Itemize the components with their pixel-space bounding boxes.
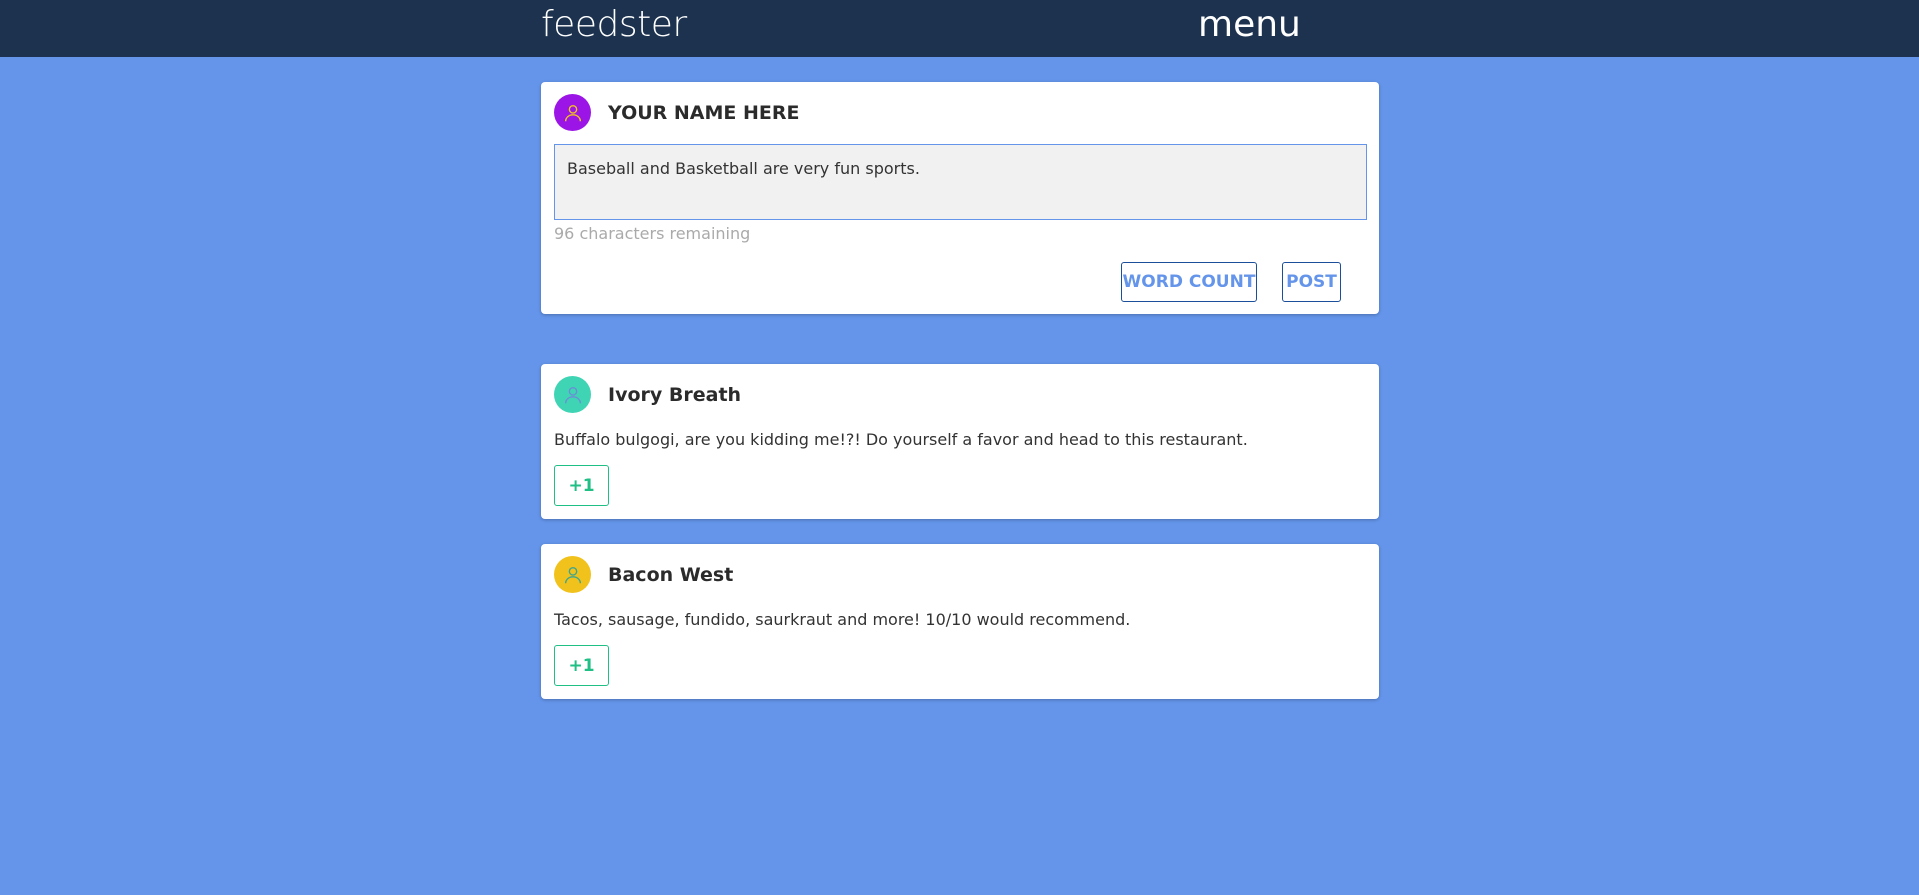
post-body: Tacos, sausage, fundido, saurkraut and m…	[554, 610, 1131, 629]
plus-one-button[interactable]: +1	[554, 645, 609, 686]
post-text-input[interactable]	[554, 144, 1367, 220]
user-icon	[564, 566, 581, 583]
post-author: Bacon West	[608, 564, 734, 586]
characters-remaining: 96 characters remaining	[554, 224, 751, 243]
brand-logo[interactable]: feedster	[541, 4, 687, 45]
post-card: Bacon West Tacos, sausage, fundido, saur…	[541, 544, 1379, 699]
author-avatar	[554, 376, 591, 413]
post-button[interactable]: POST	[1282, 262, 1341, 302]
post-body: Buffalo bulgogi, are you kidding me!?! D…	[554, 430, 1248, 449]
composer-card: YOUR NAME HERE 96 characters remaining W…	[541, 82, 1379, 314]
navbar: feedster menu	[0, 0, 1919, 57]
author-avatar	[554, 556, 591, 593]
plus-one-button[interactable]: +1	[554, 465, 609, 506]
composer-name: YOUR NAME HERE	[608, 102, 800, 124]
menu-button[interactable]: menu	[1198, 4, 1301, 45]
post-author: Ivory Breath	[608, 384, 742, 406]
user-icon	[564, 104, 581, 121]
word-count-button[interactable]: WORD COUNT	[1121, 262, 1257, 302]
user-avatar	[554, 94, 591, 131]
post-card: Ivory Breath Buffalo bulgogi, are you ki…	[541, 364, 1379, 519]
user-icon	[564, 386, 581, 403]
